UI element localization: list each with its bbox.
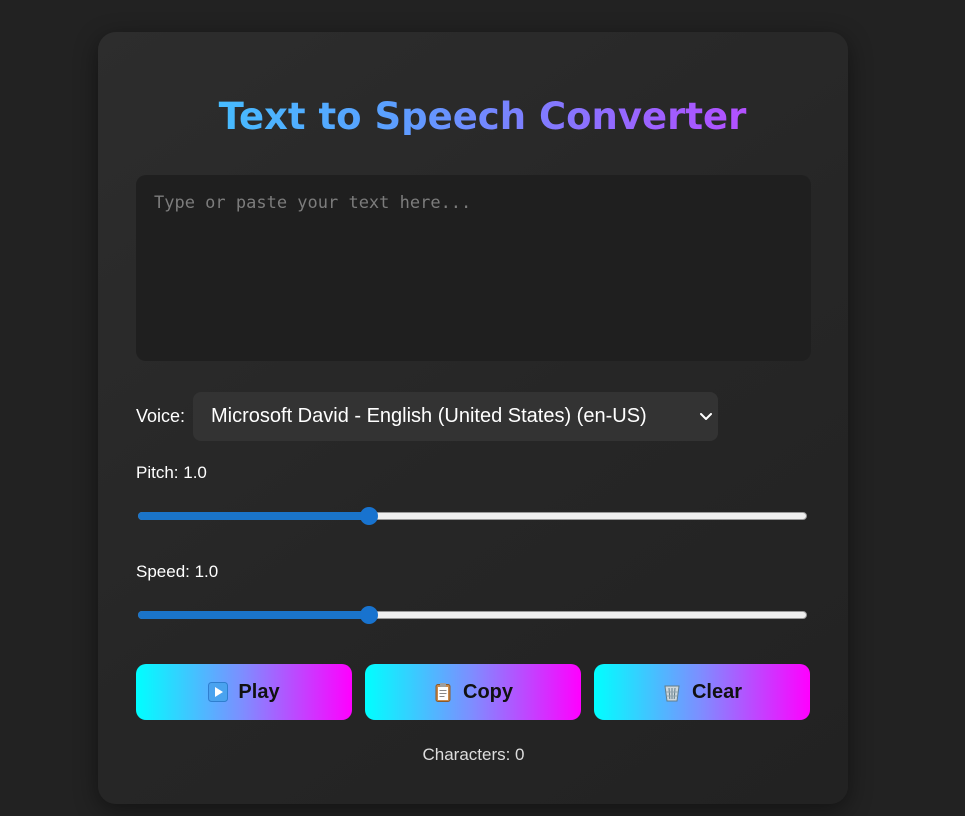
chevron-down-icon xyxy=(698,392,714,441)
speed-slider[interactable] xyxy=(138,606,807,624)
pitch-slider-fill xyxy=(138,512,369,520)
text-input[interactable] xyxy=(136,175,811,361)
clear-button-label: Clear xyxy=(691,680,743,703)
voice-label: Voice: xyxy=(136,406,186,426)
copy-button-label: Copy xyxy=(463,680,513,703)
speed-slider-fill xyxy=(138,611,369,619)
speed-label: Speed: 1.0 xyxy=(136,562,219,581)
page-title: Text to Speech Converter xyxy=(0,98,965,135)
play-icon xyxy=(208,682,229,702)
play-button[interactable]: Play xyxy=(136,664,352,720)
trash-icon xyxy=(662,682,682,702)
clear-button[interactable]: Clear xyxy=(594,664,810,720)
play-button-label: Play xyxy=(238,680,280,703)
copy-button[interactable]: Copy xyxy=(365,664,581,720)
pitch-slider[interactable] xyxy=(138,507,807,525)
pitch-label: Pitch: 1.0 xyxy=(136,463,207,482)
speed-slider-thumb[interactable] xyxy=(359,606,378,624)
voice-selected-value: Microsoft David - English (United States… xyxy=(211,405,647,427)
voice-select[interactable]: Microsoft David - English (United States… xyxy=(193,392,718,441)
character-count: Characters: 0 xyxy=(422,745,525,764)
clipboard-icon xyxy=(433,682,453,702)
pitch-slider-thumb[interactable] xyxy=(359,507,378,525)
